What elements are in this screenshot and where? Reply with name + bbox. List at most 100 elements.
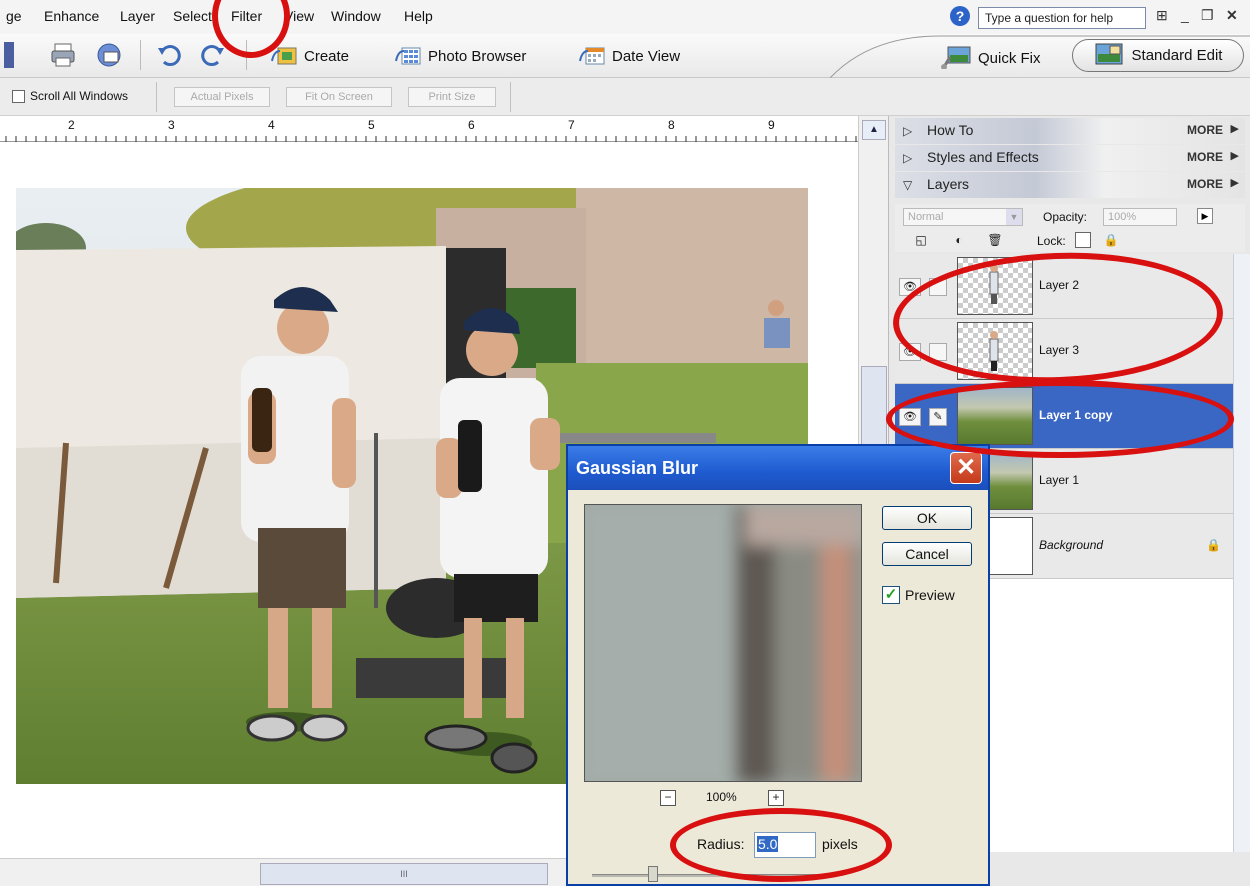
menu-window[interactable]: Window (331, 8, 381, 24)
help-search-input[interactable]: Type a question for help (978, 7, 1146, 29)
redo-icon[interactable] (200, 42, 226, 68)
checkmark-icon: ✓ (882, 586, 900, 604)
dialog-title: Gaussian Blur (576, 458, 699, 478)
ruler-label: 9 (768, 118, 775, 132)
quick-fix-icon (940, 43, 974, 73)
question-icon[interactable]: ? (950, 6, 970, 26)
menu-enhance[interactable]: Enhance (44, 8, 99, 24)
close-icon[interactable]: ✕ (1226, 7, 1238, 24)
date-view-button[interactable]: Date View (578, 45, 680, 67)
layer-name: Layer 1 (1039, 473, 1080, 487)
menu-image[interactable]: ge (6, 8, 22, 24)
standard-edit-icon (1094, 42, 1124, 70)
expand-triangle-icon: ▷ (903, 124, 913, 138)
ruler-label: 7 (568, 118, 575, 132)
workspace-icon[interactable]: ⊞ (1156, 7, 1168, 24)
save-icon[interactable] (4, 42, 14, 68)
standard-edit-label: Standard Edit (1131, 47, 1223, 64)
create-label: Create (304, 47, 350, 65)
preview-checkbox[interactable]: ✓ Preview (882, 586, 955, 604)
menu-help[interactable]: Help (404, 8, 433, 24)
expand-triangle-icon: ▷ (903, 151, 913, 165)
more-arrow-icon: ▶ (1230, 177, 1239, 189)
layers-scrollbar[interactable] (1233, 254, 1250, 852)
tool-options-bar: Scroll All Windows Actual Pixels Fit On … (0, 78, 1250, 116)
zoom-out-icon[interactable]: − (660, 790, 676, 806)
cancel-button[interactable]: Cancel (882, 542, 972, 566)
radius-slider-thumb[interactable] (648, 866, 658, 882)
quick-fix-label: Quick Fix (978, 49, 1041, 67)
photo-browser-icon (394, 45, 422, 67)
calendar-icon (578, 45, 606, 67)
close-icon[interactable]: ✕ (950, 452, 982, 484)
blend-mode-value: Normal (908, 211, 944, 223)
quick-fix-button[interactable]: Quick Fix (940, 43, 1041, 73)
opacity-slider-arrow-icon[interactable]: ▶ (1197, 208, 1213, 224)
blend-mode-select[interactable]: Normal ▼ (903, 208, 1023, 226)
photo-browser-label: Photo Browser (428, 47, 527, 65)
ruler-label: 2 (68, 118, 75, 132)
actual-pixels-button[interactable]: Actual Pixels (174, 87, 270, 107)
zoom-level: 100% (706, 790, 737, 804)
how-to-label: How To (927, 122, 974, 138)
horizontal-ruler: 2 3 4 5 6 7 8 9 (0, 116, 858, 142)
layer-name: Background (1039, 538, 1104, 552)
styles-effects-label: Styles and Effects (927, 149, 1039, 165)
blur-preview[interactable] (584, 504, 862, 782)
date-view-label: Date View (612, 47, 681, 65)
layers-palette-header[interactable]: ▽ Layers MORE ▶ (895, 172, 1245, 198)
adjustment-layer-icon[interactable]: ◐ (951, 232, 967, 248)
print-size-button[interactable]: Print Size (408, 87, 496, 107)
minimize-icon[interactable]: _ (1181, 7, 1189, 23)
more-arrow-icon: ▶ (1230, 150, 1239, 162)
styles-more-button[interactable]: MORE (1187, 150, 1223, 164)
checkbox-icon (12, 89, 25, 103)
lock-icon: 🔒 (1206, 538, 1221, 552)
photo-browser-button[interactable]: Photo Browser (394, 45, 526, 67)
how-to-more-button[interactable]: MORE (1187, 123, 1223, 137)
ruler-label: 6 (468, 118, 475, 132)
scroll-up-icon[interactable]: ▲ (862, 120, 886, 140)
shortcuts-toolbar: Create Photo Browser Date View Quick Fix… (0, 34, 1250, 78)
menu-select[interactable]: Select (173, 8, 212, 24)
annotation-ellipse-radius (670, 808, 892, 882)
layers-label: Layers (927, 176, 970, 192)
photoshop-elements-window: ge Enhance Layer Select Filter View Wind… (0, 0, 1250, 886)
lock-label: Lock: (1037, 234, 1066, 248)
horizontal-scroll-thumb[interactable]: III (260, 863, 548, 885)
undo-icon[interactable] (156, 42, 182, 68)
opacity-input[interactable]: 100% (1103, 208, 1177, 226)
ruler-label: 5 (368, 118, 375, 132)
lock-transparency-icon[interactable] (1075, 232, 1091, 248)
more-arrow-icon: ▶ (1230, 123, 1239, 135)
preview-label: Preview (905, 587, 955, 603)
menu-layer[interactable]: Layer (120, 8, 155, 24)
chevron-down-icon: ▼ (1006, 209, 1022, 225)
restore-icon[interactable]: ❐ (1201, 7, 1214, 24)
ruler-ticks: 2 3 4 5 6 7 8 9 (5, 118, 857, 142)
zoom-in-icon[interactable]: + (768, 790, 784, 806)
lock-all-icon[interactable]: 🔒 (1103, 232, 1119, 248)
new-layer-icon[interactable]: ◱ (913, 232, 929, 248)
print-icon[interactable] (50, 42, 76, 68)
trash-icon[interactable]: 🗑 (987, 232, 1003, 248)
how-to-palette-header[interactable]: ▷ How To MORE ▶ (895, 118, 1245, 144)
fit-on-screen-button[interactable]: Fit On Screen (286, 87, 392, 107)
share-icon[interactable] (96, 42, 122, 68)
collapse-triangle-icon: ▽ (903, 178, 913, 192)
create-button[interactable]: Create (270, 45, 349, 67)
scroll-all-label: Scroll All Windows (30, 89, 129, 103)
ok-button[interactable]: OK (882, 506, 972, 530)
opacity-label: Opacity: (1043, 210, 1088, 224)
layers-more-button[interactable]: MORE (1187, 177, 1223, 191)
dialog-title-bar[interactable]: Gaussian Blur ✕ (568, 446, 988, 490)
styles-effects-palette-header[interactable]: ▷ Styles and Effects MORE ▶ (895, 145, 1245, 171)
layer-options: Normal ▼ Opacity: 100% ▶ ◱ ◐ 🗑 Lock: 🔒 (895, 204, 1245, 252)
scroll-all-windows-checkbox[interactable]: Scroll All Windows (12, 89, 128, 103)
ruler-label: 3 (168, 118, 175, 132)
ruler-label: 8 (668, 118, 675, 132)
standard-edit-button[interactable]: Standard Edit (1072, 39, 1244, 72)
ruler-label: 4 (268, 118, 275, 132)
menu-bar: ge Enhance Layer Select Filter View Wind… (0, 0, 1250, 34)
annotation-ellipse-layer-1-copy (886, 380, 1234, 458)
